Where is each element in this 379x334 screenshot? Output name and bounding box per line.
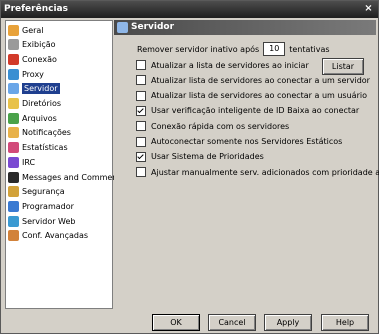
settings-panel: Servidor Remover servidor inativo após 1… [114,20,379,307]
sidebar-item-label: Notificações [22,128,71,138]
attempts-label: tentativas [289,44,330,54]
window-title: Preferências [4,4,68,14]
ok-button[interactable]: OK [152,314,200,331]
sidebar: Geral Exibição Conexão Proxy Servidor Diretór… [5,20,125,309]
sidebar-item-notifica-es[interactable]: Notificações [8,126,110,140]
option-label: Atualizar lista de servidores ao conecta… [151,75,370,85]
option-checkbox[interactable] [136,151,146,162]
remove-inactive-label: Remover servidor inativo após [137,44,260,54]
option-label: Atualizar a lista de servidores ao inici… [151,60,309,70]
title-bar[interactable]: Preferências × [1,1,378,18]
remove-inactive-row: Remover servidor inativo após 10 tentati… [137,42,330,56]
sidebar-item-conf-avan-adas[interactable]: Conf. Avançadas [8,229,110,243]
panel-title: Servidor [131,22,175,32]
close-button[interactable]: × [362,3,375,15]
sidebar-item-messages-and-comments[interactable]: Messages and Comments [8,170,125,184]
remove-inactive-attempts-input[interactable]: 10 [263,42,286,56]
folder-icon [8,98,19,109]
sidebar-item-label: Proxy [22,69,44,79]
option-row[interactable]: Usar verificação inteligente de ID Baixa… [136,105,359,117]
list-button[interactable]: Listar [322,58,364,75]
scheduler-icon [8,200,19,212]
sidebar-item-proxy[interactable]: Proxy [8,67,110,81]
option-label: Usar Sistema de Prioridades [151,152,264,162]
option-checkbox[interactable] [136,136,146,147]
sidebar-item-seguran-a[interactable]: Segurança [8,185,110,199]
option-row[interactable]: Conexão rápida com os servidores [136,120,289,132]
panel-header: Servidor [114,20,376,35]
option-checkbox[interactable] [136,75,146,86]
display-icon [8,39,19,51]
notifications-icon [8,127,19,139]
sidebar-item-label: Exibição [22,40,56,50]
sidebar-item-geral[interactable]: Geral [8,23,110,37]
sidebar-item-label: Programador [22,201,74,211]
option-row[interactable]: Atualizar lista de servidores ao conecta… [136,90,367,102]
sidebar-item-exibi-o[interactable]: Exibição [8,38,110,52]
sidebar-item-servidor[interactable]: Servidor [8,82,110,96]
sidebar-item-arquivos[interactable]: Arquivos [8,111,110,125]
sidebar-item-programador[interactable]: Programador [8,199,110,213]
option-row[interactable]: Ajustar manualmente serv. adicionados co… [136,166,379,178]
option-row[interactable]: Autoconectar somente nos Servidores Está… [136,136,342,148]
option-row[interactable]: Atualizar a lista de servidores ao inici… [136,59,309,71]
option-checkbox[interactable] [136,121,146,132]
option-checkbox[interactable] [136,167,146,178]
sidebar-item-estat-sticas[interactable]: Estatísticas [8,141,110,155]
help-button[interactable]: Help [321,314,369,331]
preferences-window: Preferências × Geral Exibição Conexão Proxy… [0,0,379,334]
option-label: Conexão rápida com os servidores [151,121,290,131]
sidebar-item-label: Servidor Web [22,216,76,226]
sidebar-item-irc[interactable]: IRC [8,155,110,169]
apply-button[interactable]: Apply [264,314,312,331]
button-bar: OK Cancel Apply Help [1,307,378,333]
sidebar-item-label: Conf. Avançadas [22,231,89,241]
option-checkbox[interactable] [136,60,146,70]
connection-icon [8,53,19,65]
sidebar-item-label: Estatísticas [22,143,68,153]
sidebar-item-label: Conexão [22,54,57,64]
sidebar-item-label: Messages and Comments [22,172,125,182]
sidebar-item-servidor-web[interactable]: Servidor Web [8,214,110,228]
sidebar-item-label: Geral [22,25,44,35]
cancel-button[interactable]: Cancel [208,314,256,331]
messages-icon [8,171,19,183]
security-icon [8,186,19,198]
option-label: Ajustar manualmente serv. adicionados co… [151,167,379,177]
web-server-icon [8,215,19,227]
sidebar-item-conex-o[interactable]: Conexão [8,52,110,66]
server-icon [8,83,19,95]
irc-icon [8,156,19,168]
sidebar-item-label: IRC [22,157,36,167]
option-label: Usar verificação inteligente de ID Baixa… [151,106,360,116]
server-icon [117,22,128,33]
option-row[interactable]: Atualizar lista de servidores ao conecta… [136,74,370,86]
option-label: Autoconectar somente nos Servidores Está… [151,137,343,146]
sidebar-item-label: Segurança [22,187,65,197]
files-icon [8,112,19,124]
sidebar-item-label: Arquivos [22,113,57,123]
option-checkbox[interactable] [136,105,146,116]
settings-icon [8,24,19,36]
statistics-icon [8,142,19,154]
option-label: Atualizar lista de servidores ao conecta… [151,91,367,101]
sidebar-item-label: Servidor [22,83,60,95]
proxy-icon [8,68,19,80]
option-checkbox[interactable] [136,90,146,101]
sidebar-item-diret-rios[interactable]: Diretórios [8,97,110,111]
advanced-settings-icon [8,230,19,242]
sidebar-item-label: Diretórios [22,99,62,108]
option-row[interactable]: Usar Sistema de Prioridades [136,151,264,163]
